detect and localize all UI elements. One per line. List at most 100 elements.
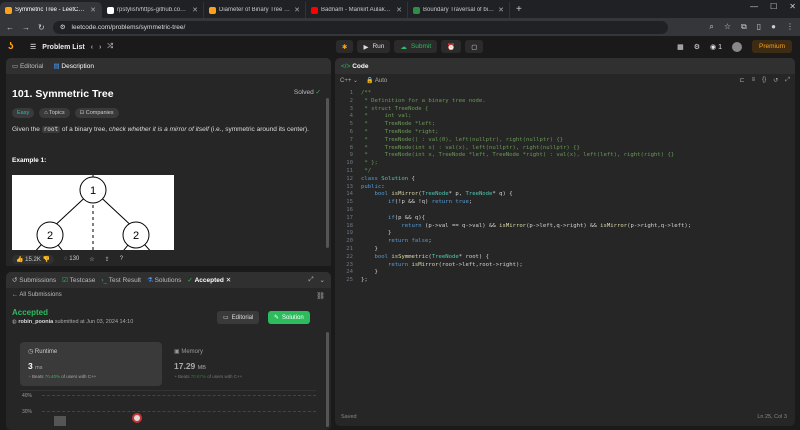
browser-tab[interactable]: rpstylish/https-github.com-rpst ✕ bbox=[102, 2, 204, 18]
memory-card[interactable]: ▣ Memory 17.29 MB ◔ Beats 70.87% of user… bbox=[166, 342, 316, 386]
run-button[interactable]: ▶ Run bbox=[357, 40, 391, 53]
close-tab-icon[interactable]: ✕ bbox=[396, 6, 402, 14]
reset-icon[interactable]: ↺ bbox=[773, 77, 778, 84]
menu-icon[interactable]: ⋮ bbox=[786, 22, 794, 32]
description-scrollbar[interactable] bbox=[326, 98, 329, 248]
tab-accepted[interactable]: ✓ Accepted ✕ bbox=[187, 276, 231, 284]
runtime-card[interactable]: ◷ Runtime 3 ms ◔ Beats 70.40% of users w… bbox=[20, 342, 162, 386]
topics-tag[interactable]: ⌂ Topics bbox=[39, 108, 70, 118]
share-icon[interactable]: ⇪ bbox=[105, 256, 110, 263]
tree-node: 2 bbox=[133, 230, 139, 242]
tab-editorial[interactable]: ▭ Editorial bbox=[12, 62, 43, 70]
close-tab-icon[interactable]: ✕ bbox=[192, 6, 198, 14]
forward-icon[interactable]: → bbox=[22, 23, 30, 32]
tab-submissions[interactable]: ↺ Submissions bbox=[12, 276, 56, 284]
bookmark-icon[interactable]: ⊏ bbox=[740, 77, 745, 84]
book-icon: ▭ bbox=[12, 63, 19, 70]
distribution-bar[interactable] bbox=[54, 416, 66, 426]
url-field[interactable]: ⚙ leetcode.com/problems/symmetric-tree/ bbox=[52, 20, 668, 34]
play-icon: ▶ bbox=[363, 43, 369, 51]
settings-icon[interactable]: ⚙ bbox=[694, 43, 700, 51]
close-tab-icon[interactable]: ✕ bbox=[226, 277, 231, 284]
runtime-beats-value: 70.40% bbox=[44, 374, 61, 379]
auto-toggle[interactable]: 🔒 Auto bbox=[366, 77, 387, 84]
collapse-icon[interactable]: ⌄ bbox=[320, 276, 325, 284]
shuffle-icon[interactable]: ⤮ bbox=[107, 43, 113, 51]
statement-mid: of a binary tree, bbox=[60, 126, 109, 133]
tab-solutions[interactable]: ⚗ Solutions bbox=[147, 276, 181, 284]
runtime-beats: ◔ Beats 70.40% of users with C++ bbox=[28, 374, 154, 379]
back-icon[interactable]: ← bbox=[6, 23, 14, 32]
submission-time: submitted at Jun 03, 2024 14:10 bbox=[54, 319, 134, 325]
bookmark-star-icon[interactable]: ☆ bbox=[724, 22, 731, 32]
solution-label: Solution bbox=[282, 314, 304, 321]
streak-counter[interactable]: ◉ 1 bbox=[710, 43, 722, 51]
maximize-icon[interactable]: ☐ bbox=[770, 2, 777, 11]
solution-button[interactable]: ✎ Solution bbox=[268, 311, 310, 324]
browser-tab[interactable]: Diameter of Binary Tree - LeetC✕ bbox=[204, 2, 306, 18]
favorite-star-icon[interactable]: ☆ bbox=[89, 256, 94, 263]
memory-beats-suffix: of users with C++ bbox=[207, 374, 243, 379]
submit-button[interactable]: ☁ Submit bbox=[394, 40, 438, 53]
zoom-icon[interactable]: ⌕ bbox=[709, 22, 713, 32]
address-bar-row: ← → ↻ ⚙ leetcode.com/problems/symmetric-… bbox=[0, 18, 800, 36]
flask-icon: ⚗ bbox=[146, 277, 153, 284]
new-tab-icon[interactable]: + bbox=[510, 2, 528, 18]
browser-tab[interactable]: Symmetric Tree - LeetCode ✕ bbox=[0, 2, 102, 18]
avatar[interactable] bbox=[731, 41, 742, 52]
language-label: C++ bbox=[340, 78, 352, 84]
leetcode-logo-icon[interactable]: ʖ bbox=[8, 41, 18, 53]
link-icon[interactable]: ⛓ bbox=[316, 292, 325, 300]
all-submissions-link[interactable]: ← All Submissions bbox=[12, 292, 62, 300]
user-avatar: ◍ bbox=[12, 319, 17, 325]
submissions-scrollbar[interactable] bbox=[326, 332, 329, 427]
expand-icon[interactable]: ⤢ bbox=[308, 276, 313, 284]
reload-icon[interactable]: ↻ bbox=[38, 23, 45, 32]
premium-button[interactable]: Premium bbox=[751, 40, 792, 53]
close-tab-icon[interactable]: ✕ bbox=[90, 6, 96, 14]
save-status: Saved bbox=[341, 414, 357, 420]
axis-label: 40% bbox=[22, 393, 33, 399]
thumbs-down-icon[interactable]: 👎 bbox=[43, 257, 50, 263]
submission-user[interactable]: robin_poonia bbox=[18, 319, 53, 325]
help-icon[interactable]: ? bbox=[120, 256, 123, 262]
profile-icon[interactable]: ● bbox=[771, 22, 776, 32]
timer-button[interactable]: ⏰ bbox=[441, 40, 462, 53]
debug-button[interactable]: ✱ bbox=[336, 40, 354, 53]
comments-button[interactable]: ◌ 130 bbox=[64, 256, 79, 262]
problem-list-link[interactable]: Problem List bbox=[42, 44, 84, 51]
tab-testcase[interactable]: ☑ Testcase bbox=[62, 276, 95, 284]
browser-tab[interactable]: Boundary Traversal of binary tre✕ bbox=[408, 2, 510, 18]
tab-description[interactable]: ▤ Description bbox=[53, 62, 93, 70]
companies-tag[interactable]: ⊡ Companies bbox=[74, 108, 119, 118]
language-select[interactable]: C++ ⌄ bbox=[340, 77, 358, 84]
fullscreen-icon[interactable]: ⤢ bbox=[785, 77, 790, 84]
edit-icon: ✎ bbox=[274, 315, 280, 321]
favicon-icon bbox=[5, 6, 12, 14]
site-info-icon[interactable]: ⚙ bbox=[60, 23, 66, 31]
format-icon[interactable]: ≡ bbox=[752, 77, 756, 84]
browser-tab[interactable]: Badnam - Mankirt Aulakh (HD V✕ bbox=[306, 2, 408, 18]
editorial-button[interactable]: ▭ Editorial bbox=[217, 311, 260, 324]
companies-label: Companies bbox=[85, 110, 114, 116]
close-icon[interactable]: ✕ bbox=[789, 2, 796, 11]
prev-problem-icon[interactable]: ‹ bbox=[91, 44, 93, 51]
user-marker bbox=[132, 413, 142, 423]
next-problem-icon[interactable]: › bbox=[99, 44, 101, 51]
code-editor[interactable]: 1 2 3 4 5 6 7 8 9 10 11 12 13 14 15 16 17 18 19 20 21 22 23 24 2… bbox=[335, 90, 795, 405]
tab-code[interactable]: </> Code bbox=[341, 63, 368, 70]
like-button[interactable]: 👍 15.2K 👎 bbox=[12, 254, 54, 264]
close-tab-icon[interactable]: ✕ bbox=[498, 6, 504, 14]
code-title: Code bbox=[352, 62, 369, 70]
sidebar-icon[interactable]: ▯ bbox=[757, 22, 761, 32]
distribution-chart: 40% 30% bbox=[20, 390, 316, 430]
layout-icon[interactable]: ▦ bbox=[677, 43, 684, 51]
tab-solutions-label: Solutions bbox=[154, 277, 182, 284]
braces-icon[interactable]: {} bbox=[762, 77, 766, 84]
extensions-icon[interactable]: ⧉ bbox=[741, 22, 747, 32]
tree-node: 1 bbox=[90, 185, 96, 197]
minimize-icon[interactable]: — bbox=[750, 2, 758, 11]
tab-test-result[interactable]: ›_ Test Result bbox=[101, 277, 141, 284]
notes-button[interactable]: ▢ bbox=[465, 40, 484, 53]
close-tab-icon[interactable]: ✕ bbox=[294, 6, 300, 14]
